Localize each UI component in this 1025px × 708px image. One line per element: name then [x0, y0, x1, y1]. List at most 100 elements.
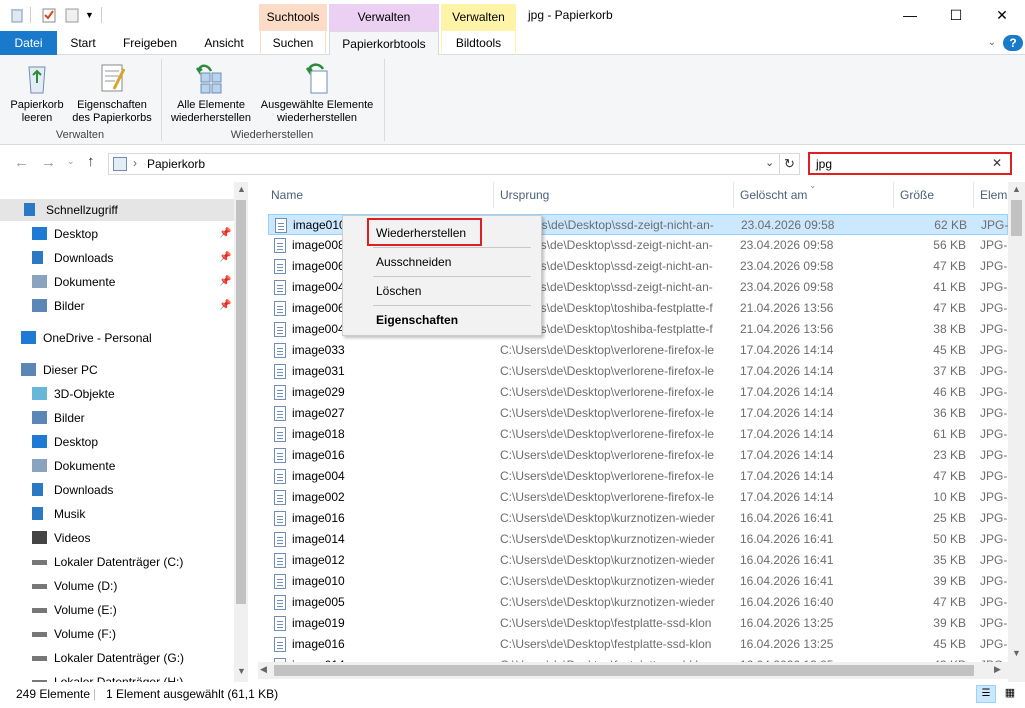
menu-item-properties[interactable]: Eigenschaften: [376, 313, 458, 327]
maximize-button[interactable]: ☐: [933, 0, 979, 31]
details-view-icon[interactable]: ☰: [976, 685, 996, 703]
chevron-left-icon[interactable]: ◀: [260, 664, 267, 675]
download-icon: [32, 483, 43, 496]
nav-item[interactable]: Volume (E:): [0, 599, 234, 621]
properties-icon[interactable]: [41, 7, 57, 23]
breadcrumb[interactable]: Papierkorb: [147, 157, 205, 171]
chevron-down-icon[interactable]: ⌄: [67, 156, 75, 167]
menu-item-restore[interactable]: Wiederherstellen: [376, 226, 466, 240]
nav-item[interactable]: Volume (D:): [0, 575, 234, 597]
address-bar[interactable]: › Papierkorb ⌄: [108, 153, 780, 175]
download-icon: [32, 251, 43, 264]
tab-start[interactable]: Start: [57, 31, 109, 55]
chevron-right-icon[interactable]: ▶: [994, 664, 1001, 675]
nav-item[interactable]: OneDrive - Personal: [0, 327, 234, 349]
nav-item[interactable]: Downloads: [0, 479, 234, 501]
image-tools-group: Verwalten: [441, 4, 516, 31]
back-arrow-icon[interactable]: ←: [14, 154, 29, 171]
table-row[interactable]: image016 C:\Users\de\Desktop\kurznotizen-…: [268, 508, 1008, 529]
nav-item[interactable]: Dokumente 📌: [0, 271, 234, 293]
column-header-deleted[interactable]: Gelöscht am: [740, 188, 807, 202]
pin-icon[interactable]: 📌: [219, 295, 231, 317]
tab-view[interactable]: Ansicht: [191, 31, 257, 55]
restore-selected-button[interactable]: Ausgewählte Elemente wiederherstellen: [257, 61, 377, 125]
nav-scrollbar[interactable]: ▲ ▼: [234, 182, 248, 682]
table-row[interactable]: image018 C:\Users\de\Desktop\verlorene-fi…: [268, 424, 1008, 445]
chevron-up-icon[interactable]: ▲: [1012, 184, 1021, 194]
restore-all-button[interactable]: Alle Elemente wiederherstellen: [165, 61, 257, 125]
table-row[interactable]: image004 C:\Users\de\Desktop\verlorene-fi…: [268, 466, 1008, 487]
tab-share[interactable]: Freigeben: [109, 31, 191, 55]
nav-item[interactable]: Schnellzugriff: [0, 199, 234, 221]
table-row[interactable]: image010 C:\Users\de\Desktop\kurznotizen-…: [268, 571, 1008, 592]
column-header-size[interactable]: Größe: [900, 188, 934, 202]
refresh-icon[interactable]: ↻: [780, 153, 800, 175]
scrollbar-thumb[interactable]: [1011, 200, 1022, 236]
nav-item[interactable]: Desktop 📌: [0, 223, 234, 245]
help-icon[interactable]: ?: [1003, 35, 1023, 51]
item-count: 249 Elemente: [16, 687, 91, 701]
tab-recycle-tools[interactable]: Papierkorbtools: [329, 31, 439, 56]
table-row[interactable]: image019 C:\Users\de\Desktop\festplatte-s…: [268, 613, 1008, 634]
nav-item[interactable]: Volume (F:): [0, 623, 234, 645]
table-row[interactable]: image016 C:\Users\de\Desktop\verlorene-fi…: [268, 445, 1008, 466]
scrollbar-thumb[interactable]: [274, 665, 974, 676]
nav-item[interactable]: Lokaler Datenträger (C:): [0, 551, 234, 573]
pin-icon[interactable]: 📌: [219, 223, 231, 245]
tab-file[interactable]: Datei: [0, 31, 57, 55]
nav-item[interactable]: Bilder: [0, 407, 234, 429]
file-list-scrollbar[interactable]: ▲ ▼: [1008, 182, 1025, 682]
new-folder-icon[interactable]: [64, 7, 80, 23]
file-deleted-date: 17.04.2026 14:14: [740, 469, 834, 483]
forward-arrow-icon[interactable]: →: [41, 154, 56, 171]
nav-item[interactable]: Downloads 📌: [0, 247, 234, 269]
nav-item[interactable]: Videos: [0, 527, 234, 549]
clear-search-icon[interactable]: ✕: [992, 156, 1002, 170]
table-row[interactable]: image012 C:\Users\de\Desktop\kurznotizen-…: [268, 550, 1008, 571]
table-row[interactable]: image005 C:\Users\de\Desktop\kurznotizen-…: [268, 592, 1008, 613]
search-input[interactable]: jpg ✕: [808, 152, 1012, 175]
minimize-button[interactable]: —: [887, 0, 933, 31]
nav-item[interactable]: Musik: [0, 503, 234, 525]
chevron-down-icon[interactable]: ▼: [1012, 648, 1021, 658]
scrollbar-thumb[interactable]: [236, 200, 246, 604]
image-file-icon: [274, 301, 286, 316]
chevron-down-icon[interactable]: ⌄: [765, 156, 774, 169]
up-arrow-icon[interactable]: ↑: [87, 153, 95, 170]
column-header-source[interactable]: Ursprung: [500, 188, 549, 202]
table-row[interactable]: image027 C:\Users\de\Desktop\verlorene-fi…: [268, 403, 1008, 424]
nav-item[interactable]: Dokumente: [0, 455, 234, 477]
empty-recycle-bin-button[interactable]: Papierkorb leeren: [4, 61, 70, 125]
table-row[interactable]: image029 C:\Users\de\Desktop\verlorene-fi…: [268, 382, 1008, 403]
column-header-name[interactable]: Name: [271, 188, 303, 202]
close-button[interactable]: ✕: [979, 0, 1025, 31]
nav-item[interactable]: 3D-Objekte: [0, 383, 234, 405]
tiles-view-icon[interactable]: ▦: [1000, 685, 1020, 703]
table-row[interactable]: image002 C:\Users\de\Desktop\verlorene-fi…: [268, 487, 1008, 508]
pin-icon[interactable]: 📌: [219, 247, 231, 269]
nav-item[interactable]: Bilder 📌: [0, 295, 234, 317]
table-row[interactable]: image016 C:\Users\de\Desktop\festplatte-s…: [268, 634, 1008, 655]
restore-selected-icon: [305, 63, 328, 94]
nav-item[interactable]: Desktop: [0, 431, 234, 453]
chevron-down-icon[interactable]: ⌄: [981, 31, 1003, 55]
nav-item[interactable]: Lokaler Datenträger (H:): [0, 671, 234, 682]
bin-properties-button[interactable]: Eigenschaften des Papierkorbs: [72, 61, 152, 125]
menu-item-cut[interactable]: Ausschneiden: [376, 255, 451, 269]
table-row[interactable]: image033 C:\Users\de\Desktop\verlorene-fi…: [268, 340, 1008, 361]
tab-search[interactable]: Suchen: [260, 31, 326, 55]
chevron-down-icon[interactable]: ▼: [85, 7, 101, 23]
group-restore-label: Wiederherstellen: [230, 129, 314, 141]
horizontal-scrollbar[interactable]: ◀ ▶: [258, 662, 1008, 679]
table-row[interactable]: image031 C:\Users\de\Desktop\verlorene-fi…: [268, 361, 1008, 382]
pin-icon[interactable]: 📌: [219, 271, 231, 293]
tab-image-tools[interactable]: Bildtools: [441, 31, 516, 55]
menu-item-delete[interactable]: Löschen: [376, 284, 421, 298]
chevron-up-icon[interactable]: ▲: [237, 184, 246, 194]
nav-item[interactable]: Dieser PC: [0, 359, 234, 381]
nav-item[interactable]: Lokaler Datenträger (G:): [0, 647, 234, 669]
table-row[interactable]: image014 C:\Users\de\Desktop\kurznotizen-…: [268, 529, 1008, 550]
column-header-type[interactable]: Elem: [980, 188, 1007, 202]
chevron-down-icon[interactable]: ▼: [237, 666, 246, 676]
search-tools-group: Suchtools: [259, 4, 327, 31]
